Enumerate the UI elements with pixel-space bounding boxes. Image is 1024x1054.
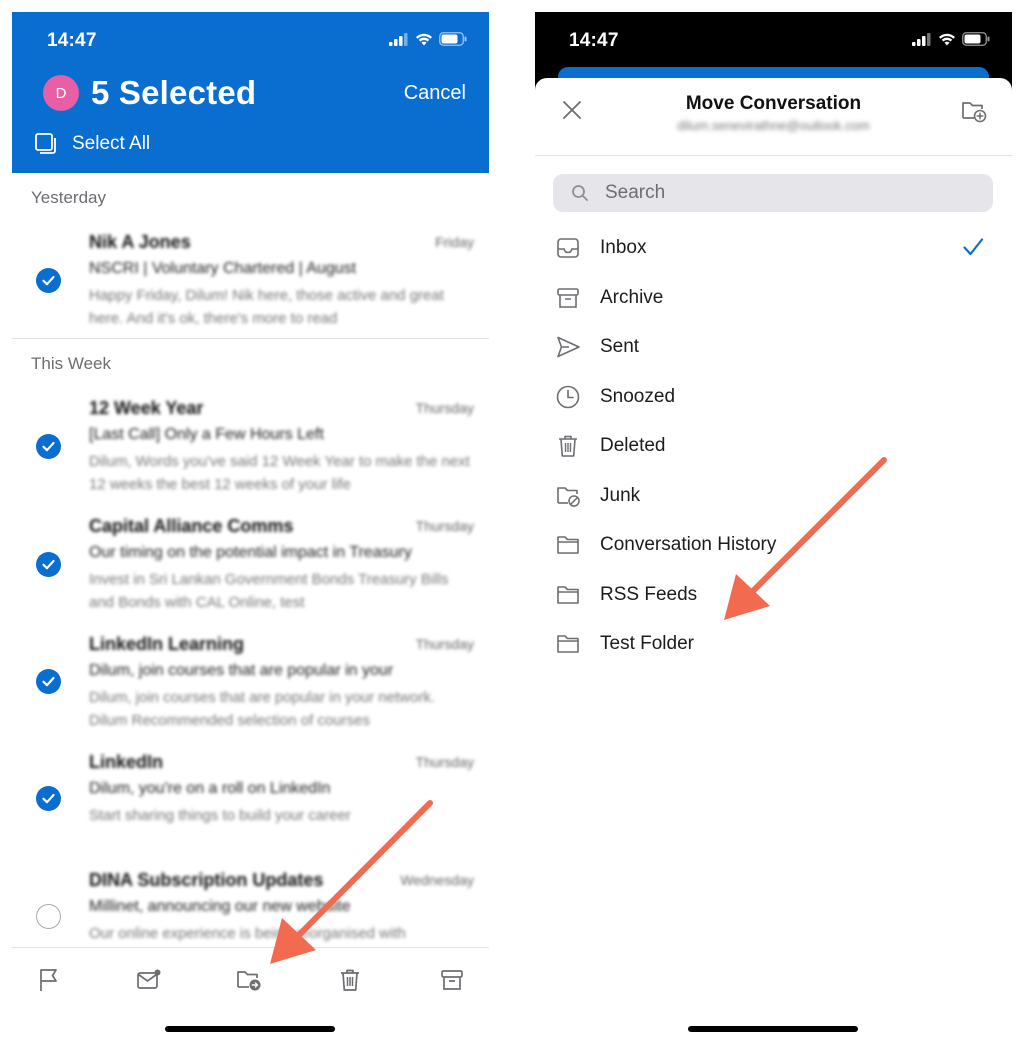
message-row[interactable]: LinkedIn Learning Thursday Dilum, join c… (12, 634, 489, 746)
folder-icon (557, 586, 579, 604)
avatar[interactable]: D (43, 75, 79, 111)
message-preview: Start sharing things to build your caree… (89, 807, 351, 824)
folder-icon (557, 635, 579, 653)
sheet-header-divider (535, 155, 1012, 156)
folder-label: Snoozed (600, 386, 676, 407)
account-email: dilum.senevirathne@outlook.com (677, 118, 870, 133)
status-icons (389, 32, 467, 46)
message-subject: Dilum, join courses that are popular in … (89, 662, 394, 679)
cellular-signal-icon (912, 32, 931, 46)
message-date: Thursday (415, 754, 474, 770)
folder-row-rss-feeds[interactable]: RSS Feeds (535, 571, 1012, 619)
clock-icon (556, 385, 580, 409)
cancel-button[interactable]: Cancel (404, 82, 466, 105)
message-subject: Millinet, announcing our new website (89, 898, 351, 915)
folder-label: Junk (600, 485, 641, 506)
mark-read-icon[interactable] (135, 966, 163, 994)
message-subject: Dilum, you're on a roll on LinkedIn (89, 780, 331, 797)
folder-label: Sent (600, 336, 640, 357)
folder-label: RSS Feeds (600, 584, 698, 605)
folder-row-snoozed[interactable]: Snoozed (535, 373, 1012, 421)
archive-icon[interactable] (438, 966, 466, 994)
message-subject: NSCRI | Voluntary Chartered | August (89, 260, 357, 277)
screenshot-canvas: 14:47 D 5 Selected Cancel Select All Yes… (0, 0, 1024, 1054)
folder-row-sent[interactable]: Sent (535, 323, 1012, 371)
message-row[interactable]: LinkedIn Thursday Dilum, you're on a rol… (12, 752, 489, 864)
folder-row-inbox[interactable]: Inbox (535, 224, 1012, 272)
bottom-toolbar (12, 947, 489, 1007)
select-all-label: Select All (72, 133, 151, 154)
message-date: Thursday (415, 400, 474, 416)
message-date: Wednesday (400, 872, 474, 888)
folder-icon (557, 536, 579, 554)
home-indicator (165, 1026, 335, 1032)
message-preview: Dilum, join courses that are popular in … (89, 689, 435, 729)
search-placeholder: Search (605, 182, 666, 203)
trash-icon[interactable] (336, 966, 364, 994)
status-time: 14:47 (569, 30, 619, 51)
message-row[interactable]: Nik A Jones Friday NSCRI | Voluntary Cha… (12, 232, 489, 344)
section-header-this-week: This Week (31, 354, 111, 373)
message-preview: Dilum, Words you've said 12 Week Year to… (89, 453, 470, 493)
battery-icon (962, 32, 990, 46)
move-conversation-sheet: Move Conversation dilum.senevirathne@out… (535, 78, 1012, 1042)
search-input[interactable]: Search (553, 174, 993, 212)
message-date: Thursday (415, 636, 474, 652)
folder-row-junk[interactable]: Junk (535, 472, 1012, 520)
selected-check-icon[interactable] (36, 268, 61, 293)
message-subject: Our timing on the potential impact in Tr… (89, 544, 412, 561)
message-row[interactable]: 12 Week Year Thursday [Last Call] Only a… (12, 398, 489, 510)
search-icon (572, 185, 588, 201)
unselected-check-icon[interactable] (36, 904, 61, 929)
selected-check-icon[interactable] (36, 552, 61, 577)
folder-row-archive[interactable]: Archive (535, 274, 1012, 322)
select-all-button[interactable]: Select All (34, 132, 150, 156)
home-indicator (688, 1026, 858, 1032)
message-date: Friday (435, 234, 474, 250)
selected-check-icon[interactable] (36, 786, 61, 811)
wifi-icon (939, 33, 955, 45)
trash-icon (559, 435, 577, 457)
message-preview: Happy Friday, Dilum! Nik here, those act… (89, 287, 444, 327)
message-preview: Invest in Sri Lankan Government Bonds Tr… (89, 571, 449, 611)
battery-icon (439, 32, 467, 46)
status-icons (912, 32, 990, 46)
selected-check-icon[interactable] (36, 669, 61, 694)
select-all-icon (35, 133, 56, 154)
folder-label: Test Folder (600, 633, 694, 654)
flag-icon[interactable] (35, 966, 63, 994)
mail-list-screen: 14:47 D 5 Selected Cancel Select All Yes… (12, 12, 489, 1042)
selection-count-title: 5 Selected (91, 74, 257, 111)
send-icon (557, 336, 580, 358)
message-date: Thursday (415, 518, 474, 534)
archive-icon (557, 288, 579, 308)
move-conversation-screen: 14:47 Move Conversation dilum.senevirath… (535, 12, 1012, 1042)
selection-title-row: D 5 Selected (43, 74, 256, 112)
status-time: 14:47 (47, 30, 97, 51)
folder-row-conversation-history[interactable]: Conversation History (535, 521, 1012, 569)
new-folder-icon[interactable] (960, 98, 988, 126)
wifi-icon (416, 33, 432, 45)
move-folder-icon[interactable] (235, 966, 263, 994)
message-sender: Nik A Jones (89, 232, 191, 252)
message-subject: [Last Call] Only a Few Hours Left (89, 426, 324, 443)
selected-check-icon[interactable] (36, 434, 61, 459)
folder-label: Conversation History (600, 534, 777, 555)
sheet-title: Move Conversation (685, 93, 862, 114)
inbox-icon (557, 238, 579, 258)
section-divider (12, 338, 489, 339)
junk-folder-icon (557, 487, 580, 507)
folder-label: Inbox (600, 237, 647, 258)
folder-label: Archive (600, 287, 664, 308)
folder-row-test-folder[interactable]: Test Folder (535, 620, 1012, 668)
checkmark-icon (963, 238, 984, 256)
section-header-yesterday: Yesterday (31, 188, 106, 207)
status-bar: 14:47 (12, 12, 489, 68)
folder-label: Deleted (600, 435, 666, 456)
cellular-signal-icon (389, 32, 408, 46)
selection-header: 14:47 D 5 Selected Cancel Select All (12, 12, 489, 173)
message-row[interactable]: Capital Alliance Comms Thursday Our timi… (12, 516, 489, 628)
folder-row-deleted[interactable]: Deleted (535, 422, 1012, 470)
